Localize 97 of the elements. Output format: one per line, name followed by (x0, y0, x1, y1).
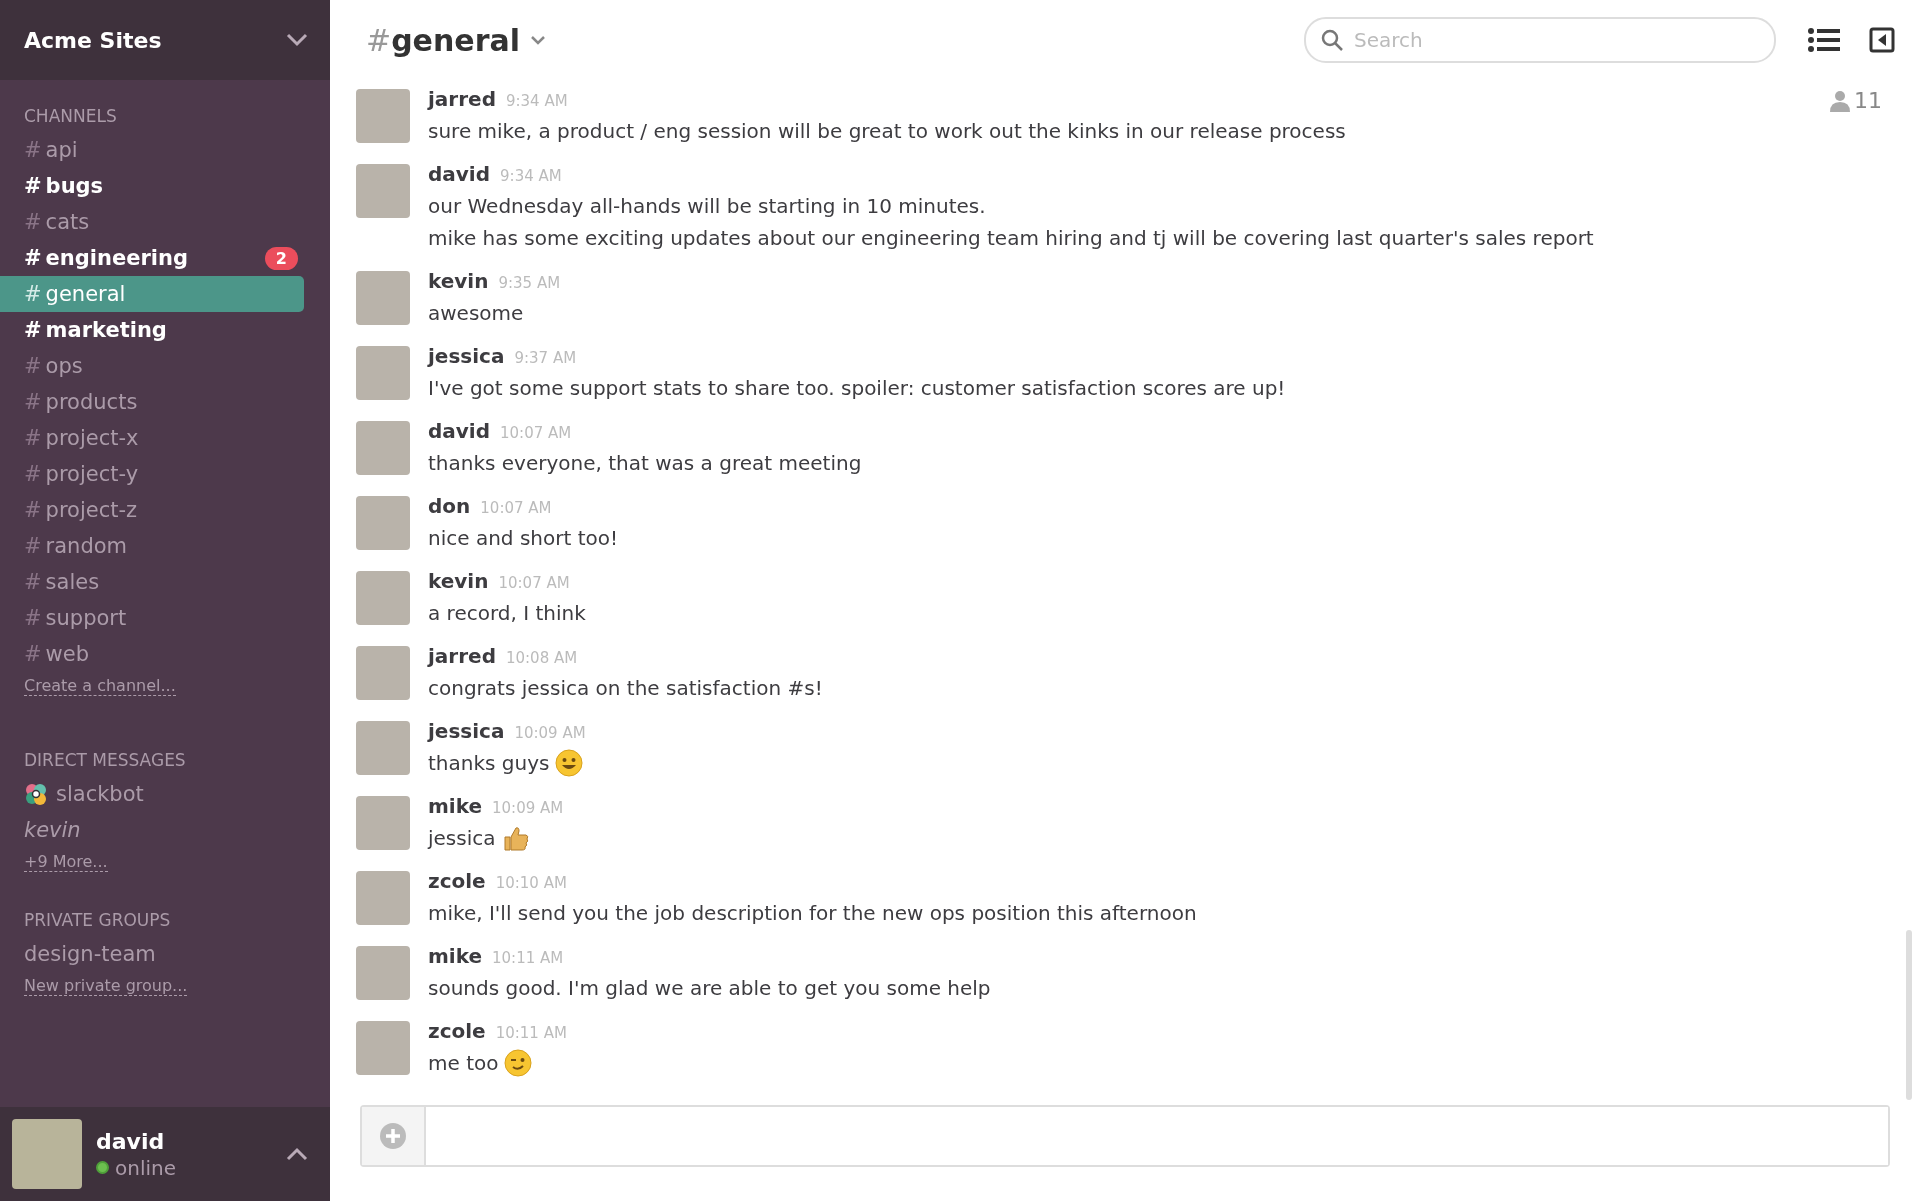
search-box[interactable]: Search (1304, 17, 1776, 63)
channel-item[interactable]: # cats (0, 204, 304, 240)
channel-item[interactable]: # support (0, 600, 304, 636)
more-link[interactable]: +9 More... (24, 852, 108, 872)
channel-item[interactable]: # engineering 2 (0, 240, 304, 276)
avatar-placeholder (356, 571, 410, 625)
plus-icon (379, 1122, 407, 1150)
new-group-link[interactable]: New private group... (24, 976, 188, 996)
message-text: I've got some support stats to share too. spoiler: customer satisfaction scores are up! (428, 376, 1286, 400)
message-text: a record, I think (428, 601, 586, 625)
channel-item[interactable]: # project-x (0, 420, 304, 456)
avatar-placeholder (356, 164, 410, 218)
avatar-placeholder (356, 646, 410, 700)
avatar-placeholder (356, 946, 410, 1000)
bot-logo-icon (24, 782, 48, 806)
message-text: mike has some exciting updates about our engineering team hiring and tj will be covering last quarter's sales report (428, 226, 1594, 250)
message-time: 10:11 AM (495, 1024, 567, 1042)
search-icon (1320, 28, 1344, 52)
message-text: thanks guys (428, 751, 550, 775)
message-time: 10:08 AM (505, 649, 578, 667)
channel-item[interactable]: # marketing (0, 312, 304, 348)
message-author[interactable]: kevin (428, 569, 489, 593)
avatar-placeholder (356, 421, 410, 475)
thumbs-up-emoji-icon (501, 824, 530, 852)
channel-item[interactable]: # random (0, 528, 304, 564)
user-name: david (96, 1128, 166, 1154)
channel-item[interactable]: # general (0, 276, 304, 312)
team-name: Acme Sites (24, 27, 162, 53)
message-time: 10:07 AM (500, 424, 572, 442)
message-time: 10:11 AM (492, 949, 564, 967)
channel-item[interactable]: # project-z (0, 492, 304, 528)
search-field[interactable]: Search (1352, 27, 1760, 53)
message-time: 9:34 AM (500, 167, 562, 185)
message-time: 10:09 AM (514, 724, 586, 742)
message-text: thanks everyone, that was a great meeting (428, 451, 862, 475)
message-author[interactable]: don (428, 494, 471, 518)
message-author[interactable]: david (428, 419, 491, 443)
channel-title: #general (366, 22, 520, 58)
member-count[interactable]: 11 (1830, 88, 1882, 113)
message-author[interactable]: jarred (428, 87, 496, 111)
group-item[interactable]: design-team (0, 936, 304, 972)
message-text: awesome (428, 301, 524, 325)
scrollbar-thumb[interactable] (1906, 930, 1912, 1100)
message-text: nice and short too! (428, 526, 618, 550)
message-text: jessica (428, 826, 496, 850)
avatar-placeholder (356, 271, 410, 325)
winking-emoji-icon (504, 1049, 533, 1077)
message-time: 10:07 AM (498, 574, 570, 592)
message-author[interactable]: mike (428, 944, 483, 968)
avatar-placeholder (356, 496, 410, 550)
message-time: 10:09 AM (492, 799, 564, 817)
message-author[interactable]: jarred (428, 644, 496, 668)
message-author[interactable]: david (428, 162, 491, 186)
direct-message-item[interactable]: kevin (0, 812, 304, 848)
message-time: 9:37 AM (514, 349, 577, 367)
message-time: 9:34 AM (505, 92, 568, 110)
channel-item[interactable]: # web (0, 636, 304, 672)
chevron-down-icon[interactable] (286, 33, 308, 47)
unread-badge: 2 (264, 246, 298, 270)
message-text: me too (428, 1051, 499, 1075)
channel-item[interactable]: # api (0, 132, 304, 168)
message-author[interactable]: zcole (428, 869, 486, 893)
section-heading: PRIVATE GROUPS (23, 910, 171, 930)
channel-item[interactable]: # bugs (0, 168, 304, 204)
message-author[interactable]: kevin (428, 269, 489, 293)
avatar-placeholder (356, 871, 410, 925)
channel-item[interactable]: # project-y (0, 456, 304, 492)
message-author[interactable]: jessica (428, 344, 505, 368)
user-status: online (115, 1155, 176, 1180)
section-heading: CHANNELS (23, 106, 117, 126)
smiley-emoji-icon (555, 749, 584, 777)
direct-message-item[interactable]: slackbot (0, 776, 304, 812)
chevron-up-icon[interactable] (286, 1147, 308, 1161)
message-text: sure mike, a product / eng session will be great to work out the kinks in our release process (428, 119, 1346, 143)
message-text: mike, I'll send you the job description for the new ops position this afternoon (428, 901, 1197, 925)
avatar-placeholder (356, 1021, 410, 1075)
message-author[interactable]: mike (428, 794, 483, 818)
chevron-down-icon[interactable] (530, 35, 546, 45)
message-text: our Wednesday all-hands will be starting in 10 minutes. (428, 194, 986, 218)
message-time: 9:35 AM (498, 274, 561, 292)
message-time: 10:07 AM (480, 499, 552, 517)
message-time: 10:10 AM (495, 874, 567, 892)
message-author[interactable]: zcole (428, 1019, 486, 1043)
message-author[interactable]: jessica (428, 719, 505, 743)
avatar-placeholder (12, 1119, 82, 1189)
channel-item[interactable]: # ops (0, 348, 304, 384)
avatar-placeholder (356, 721, 410, 775)
message-text: congrats jessica on the satisfaction #s! (428, 676, 823, 700)
avatar-placeholder (356, 346, 410, 400)
create-channel-link[interactable]: Create a channel... (24, 676, 176, 696)
person-icon (1830, 89, 1850, 112)
channel-item[interactable]: # products (0, 384, 304, 420)
avatar-placeholder (356, 89, 410, 143)
section-heading: DIRECT MESSAGES (23, 750, 186, 770)
message-text: sounds good. I'm glad we are able to get you some help (428, 976, 991, 1000)
avatar-placeholder (356, 796, 410, 850)
channel-item[interactable]: # sales (0, 564, 304, 600)
